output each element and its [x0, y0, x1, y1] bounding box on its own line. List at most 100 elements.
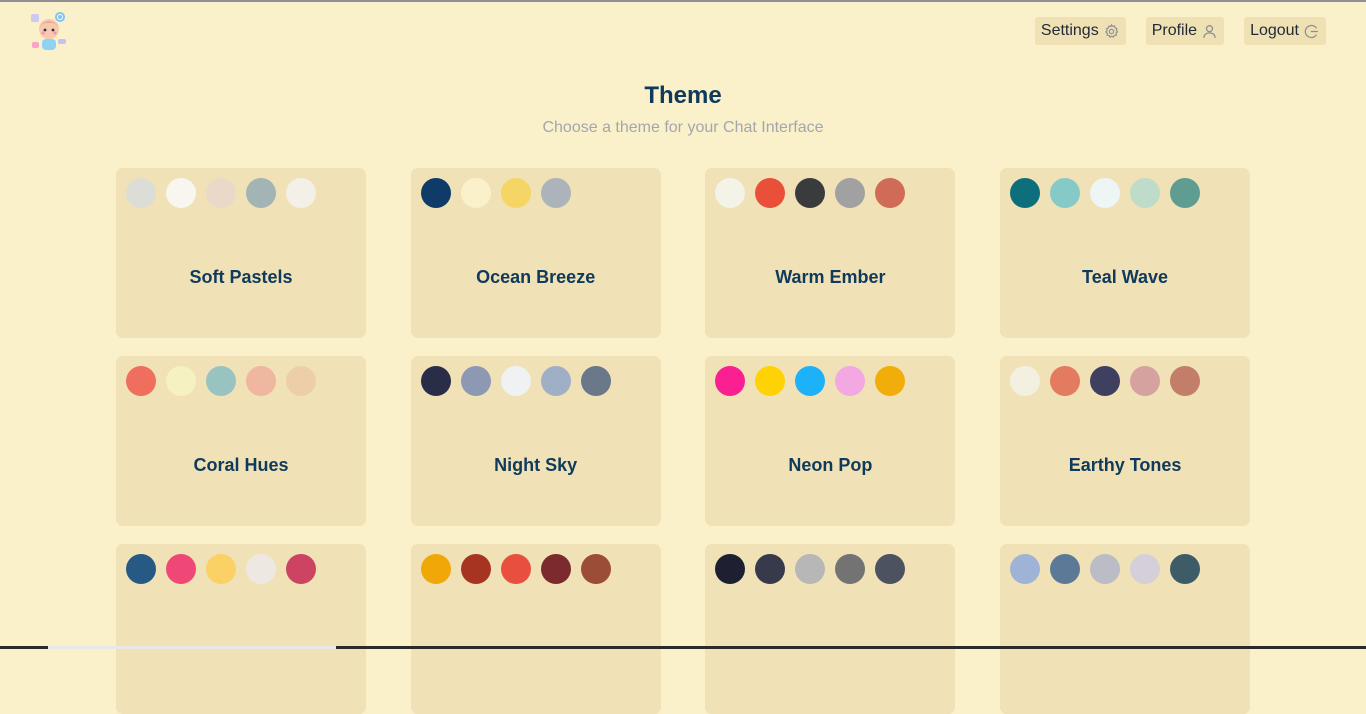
color-swatch	[500, 366, 531, 396]
settings-button[interactable]: Settings	[1034, 17, 1126, 45]
theme-card[interactable]	[1000, 544, 1251, 714]
color-swatch	[1010, 554, 1041, 584]
color-swatch	[835, 366, 866, 396]
theme-name: Teal Wave	[1082, 267, 1169, 287]
theme-grid: Soft Pastels Ocean Breeze Warm Ember Teal W…	[116, 168, 1251, 714]
color-swatch	[500, 178, 531, 208]
theme-card[interactable]: Warm Ember	[705, 168, 956, 338]
theme-card[interactable]: Neon Pop	[705, 356, 956, 526]
color-swatch	[795, 554, 826, 584]
page-title: Theme	[644, 82, 722, 109]
color-swatch	[126, 554, 156, 584]
color-swatch	[835, 554, 866, 584]
color-swatch	[286, 366, 316, 396]
color-swatches	[1010, 366, 1201, 396]
color-swatch	[755, 554, 786, 584]
color-swatch	[166, 554, 196, 584]
color-swatch	[875, 366, 906, 396]
color-swatches	[1010, 554, 1201, 584]
theme-card[interactable]: Earthy Tones	[1000, 356, 1251, 526]
color-swatch	[1130, 554, 1161, 584]
color-swatch	[1090, 178, 1121, 208]
color-swatch	[1130, 366, 1161, 396]
color-swatches	[126, 554, 316, 584]
theme-card[interactable]: Coral Hues	[116, 356, 366, 526]
color-swatch	[755, 178, 786, 208]
page-subtitle: Choose a theme for your Chat Interface	[542, 119, 824, 136]
color-swatch	[540, 178, 571, 208]
theme-name: Night Sky	[494, 455, 578, 475]
color-swatch	[1170, 366, 1201, 396]
logout-icon	[1304, 24, 1318, 38]
color-swatch	[246, 178, 276, 208]
theme-card[interactable]	[410, 544, 661, 714]
color-swatch	[286, 554, 316, 584]
color-swatch	[1010, 178, 1041, 208]
color-swatch	[420, 554, 451, 584]
theme-name: Warm Ember	[775, 267, 886, 287]
color-swatches	[420, 554, 611, 584]
logout-label: Logout	[1250, 22, 1299, 39]
color-swatch	[206, 554, 236, 584]
color-swatch	[420, 366, 451, 396]
theme-card[interactable]	[705, 544, 956, 714]
color-swatch	[1090, 366, 1121, 396]
color-swatches	[715, 366, 906, 396]
color-swatches	[126, 178, 316, 208]
color-swatch	[1170, 554, 1201, 584]
color-swatch	[246, 366, 276, 396]
color-swatch	[166, 178, 196, 208]
color-swatch	[715, 178, 746, 208]
color-swatch	[755, 366, 786, 396]
gear-icon	[1104, 23, 1119, 38]
color-swatches	[420, 366, 611, 396]
color-swatch	[206, 366, 236, 396]
color-swatch	[460, 178, 491, 208]
color-swatch	[126, 178, 156, 208]
logout-button[interactable]: Logout	[1244, 17, 1326, 45]
color-swatch	[875, 554, 906, 584]
color-swatch	[246, 554, 276, 584]
theme-name: Ocean Breeze	[476, 267, 596, 287]
color-swatch	[540, 366, 571, 396]
color-swatches	[715, 554, 906, 584]
color-swatch	[166, 366, 196, 396]
user-icon	[1203, 24, 1216, 38]
color-swatch	[875, 178, 906, 208]
color-swatch	[580, 366, 611, 396]
window-top-border	[0, 0, 1366, 2]
color-swatch	[540, 554, 571, 584]
top-nav: Settings Profile Logout	[1034, 17, 1326, 45]
color-swatch	[1090, 554, 1121, 584]
color-swatch	[795, 178, 826, 208]
color-swatch	[286, 178, 316, 208]
color-swatch	[1170, 178, 1201, 208]
color-swatch	[715, 366, 746, 396]
color-swatch	[1050, 554, 1081, 584]
theme-card[interactable]: Ocean Breeze	[410, 168, 661, 338]
color-swatches	[1010, 178, 1201, 208]
color-swatches	[420, 178, 571, 208]
theme-card[interactable]	[116, 544, 366, 714]
profile-button[interactable]: Profile	[1145, 17, 1225, 45]
theme-name: Neon Pop	[788, 455, 873, 475]
color-swatch	[835, 178, 866, 208]
color-swatch	[460, 554, 491, 584]
settings-label: Settings	[1040, 22, 1099, 39]
app-logo[interactable]	[28, 10, 70, 52]
color-swatches	[715, 178, 906, 208]
theme-card[interactable]: Night Sky	[410, 356, 661, 526]
theme-name: Soft Pastels	[189, 267, 293, 287]
theme-name: Earthy Tones	[1068, 455, 1182, 475]
theme-name: Coral Hues	[193, 455, 289, 475]
theme-card[interactable]: Teal Wave	[1000, 168, 1251, 338]
color-swatches	[126, 366, 316, 396]
color-swatch	[1010, 366, 1041, 396]
color-swatch	[206, 178, 236, 208]
profile-label: Profile	[1151, 22, 1198, 39]
color-swatch	[500, 554, 531, 584]
color-swatch	[126, 366, 156, 396]
color-swatch	[460, 366, 491, 396]
theme-card[interactable]: Soft Pastels	[116, 168, 366, 338]
color-swatch	[715, 554, 746, 584]
